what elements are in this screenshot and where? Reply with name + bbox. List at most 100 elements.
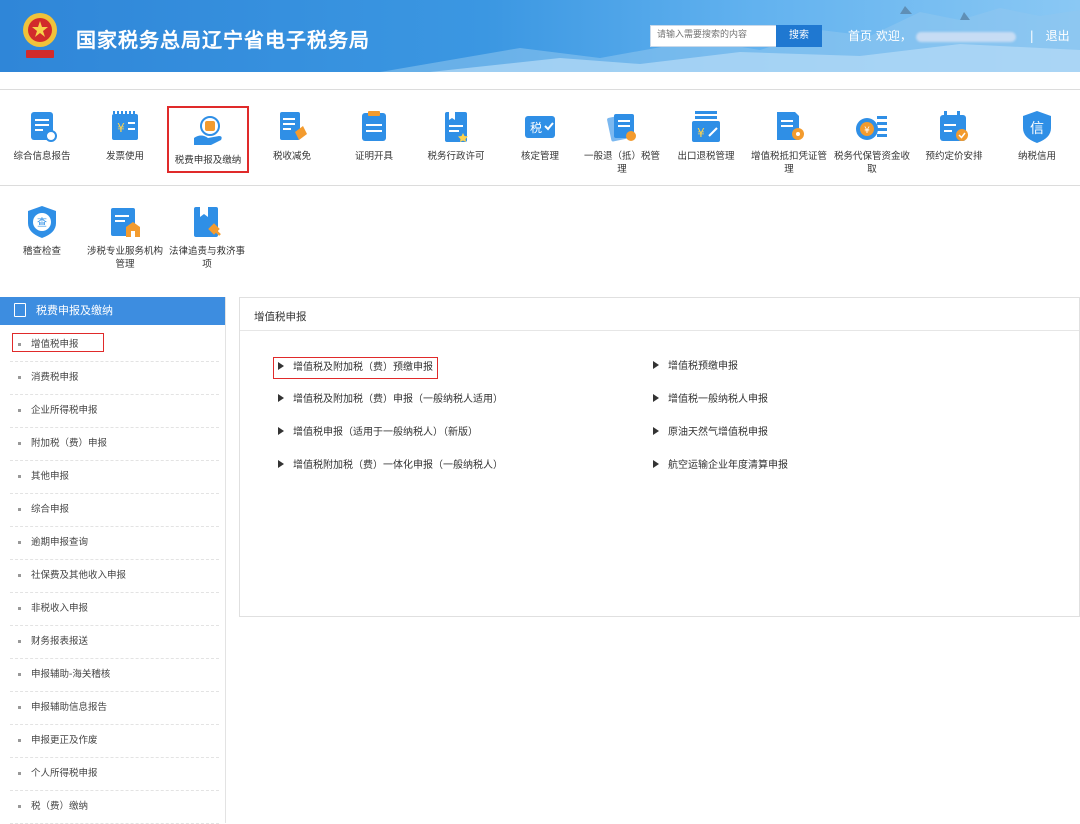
sidebar-item-label: 附加税（费）申报 <box>31 438 108 449</box>
tool-label: 发票使用 <box>105 151 144 162</box>
bullet-icon <box>18 508 21 511</box>
sidebar-item-label: 税（费）缴纳 <box>31 801 89 812</box>
link-vat-general-new[interactable]: 增值税申报（适用于一般纳税人）（新版） <box>278 423 478 443</box>
home-link[interactable]: 首页 <box>848 29 872 43</box>
sidebar-item[interactable]: 申报辅助-海关稽核 <box>10 659 219 692</box>
search-input[interactable] <box>651 26 775 44</box>
document-icon <box>14 303 26 317</box>
link-oil-gas-vat[interactable]: 原油天然气增值税申报 <box>653 423 768 443</box>
triangle-right-icon <box>653 460 659 468</box>
sidebar-item[interactable]: 综合申报 <box>10 494 219 527</box>
tool-admin-license[interactable]: 税务行政许可 <box>416 98 496 178</box>
sidebar-item[interactable]: 非税收入申报 <box>10 593 219 626</box>
link-vat-surtax-general[interactable]: 增值税及附加税（费）申报（一般纳税人适用） <box>278 390 503 410</box>
link-label: 增值税及附加税（费）申报（一般纳税人适用） <box>293 394 503 405</box>
bullet-icon <box>18 673 21 676</box>
sidebar-item[interactable]: 逾期申报查询 <box>10 527 219 560</box>
link-label: 航空运输企业年度清算申报 <box>668 460 788 471</box>
sidebar-item[interactable]: 申报辅助信息报告 <box>10 692 219 725</box>
sidebar-item[interactable]: 消费税申报 <box>10 362 219 395</box>
link-label: 增值税及附加税（费）预缴申报 <box>293 362 433 373</box>
triangle-right-icon <box>653 427 659 435</box>
tool-label: 综合信息报告 <box>13 151 71 162</box>
sidebar-item-label: 逾期申报查询 <box>31 537 89 548</box>
invoice-icon: ¥ <box>112 111 138 140</box>
svg-text:查: 查 <box>37 216 47 229</box>
sidebar-item[interactable]: 个人所得税申报 <box>10 758 219 791</box>
main-panel: 增值税申报 增值税及附加税（费）预缴申报 增值税及附加税（费）申报（一般纳税人适… <box>239 297 1080 617</box>
sidebar-item[interactable]: 附加税（费）申报 <box>10 428 219 461</box>
bullet-icon <box>18 640 21 643</box>
tool-label: 证明开具 <box>354 151 393 162</box>
tool-custody-fund[interactable]: ¥ 税务代保管资金收取 <box>832 98 912 178</box>
tool-inspection[interactable]: 查 稽查检查 <box>2 193 82 273</box>
certificate-icon <box>362 111 386 141</box>
tool-tax-credit[interactable]: 信 纳税信用 <box>997 98 1077 178</box>
tool-general-refund[interactable]: 一般退（抵）税管理 <box>582 98 662 178</box>
logout-link[interactable]: 退出 <box>1046 29 1070 43</box>
link-vat-surtax-prepay[interactable]: 增值税及附加税（费）预缴申报 <box>273 357 438 379</box>
sidebar-item-vat-declaration[interactable]: 增值税申报 <box>10 329 219 362</box>
svg-text:税: 税 <box>530 121 542 135</box>
tool-certificate[interactable]: 证明开具 <box>334 98 414 178</box>
search-button[interactable]: 搜索 <box>776 25 822 47</box>
sidebar-item[interactable]: 申报更正及作废 <box>10 725 219 758</box>
link-aviation-annual-settlement[interactable]: 航空运输企业年度清算申报 <box>653 456 788 476</box>
bullet-icon <box>18 772 21 775</box>
link-vat-prepay[interactable]: 增值税预缴申报 <box>653 357 738 377</box>
pricing-icon <box>940 111 968 141</box>
svg-text:信: 信 <box>1030 121 1044 137</box>
sidebar-item[interactable]: 其他申报 <box>10 461 219 494</box>
sidebar-item[interactable]: 企业所得税申报 <box>10 395 219 428</box>
tool-label: 法律追责与救济事项 <box>168 246 245 270</box>
search-input-wrapper[interactable] <box>650 25 777 47</box>
sidebar-item-label: 综合申报 <box>31 504 70 515</box>
selection-highlight <box>12 333 104 352</box>
sidebar-item-label: 申报更正及作废 <box>31 735 98 746</box>
tool-tax-declare[interactable]: 税费申报及缴纳 <box>167 106 249 173</box>
tool-legal-remedy[interactable]: 法律追责与救济事项 <box>167 193 247 273</box>
tax-emblem-logo <box>23 13 57 58</box>
sidebar-item[interactable]: 税（费）缴纳 <box>10 791 219 824</box>
tax-relief-icon <box>280 112 307 140</box>
bullet-icon <box>18 739 21 742</box>
bullet-icon <box>18 607 21 610</box>
tool-invoice[interactable]: ¥ 发票使用 <box>85 98 165 178</box>
tool-tax-relief[interactable]: 税收减免 <box>252 98 332 178</box>
tool-label: 税费申报及缴纳 <box>174 155 242 166</box>
tool-assessment[interactable]: 税 核定管理 <box>500 98 580 178</box>
triangle-right-icon <box>653 394 659 402</box>
sidebar-item[interactable]: 财务报表报送 <box>10 626 219 659</box>
bullet-icon <box>18 706 21 709</box>
vat-deduction-icon <box>777 112 804 140</box>
sidebar-item-label: 申报辅助信息报告 <box>31 702 108 713</box>
tool-integrated-report[interactable]: 综合信息报告 <box>2 98 82 178</box>
link-label: 原油天然气增值税申报 <box>668 427 768 438</box>
bullet-icon <box>18 805 21 808</box>
link-label: 增值税一般纳税人申报 <box>668 394 768 405</box>
credit-icon: 信 <box>1023 111 1051 143</box>
welcome-text: 欢迎， <box>875 29 912 43</box>
sidebar-item-label: 社保费及其他收入申报 <box>31 570 127 581</box>
bullet-icon <box>18 574 21 577</box>
tool-agency-management[interactable]: 涉税专业服务机构管理 <box>85 193 165 273</box>
svg-text:¥: ¥ <box>864 126 870 136</box>
sidebar-item-label: 申报辅助-海关稽核 <box>31 669 111 680</box>
tool-label: 核定管理 <box>520 151 559 162</box>
sidebar-item-label: 财务报表报送 <box>31 636 89 647</box>
link-vat-surtax-integrated[interactable]: 增值税附加税（费）一体化申报（一般纳税人） <box>278 456 503 476</box>
bullet-icon <box>18 475 21 478</box>
tool-vat-deduction[interactable]: 增值税抵扣凭证管理 <box>749 98 829 178</box>
tool-label: 增值税抵扣凭证管理 <box>750 151 827 175</box>
divider: | <box>1029 29 1034 43</box>
triangle-right-icon <box>278 427 284 435</box>
link-vat-general-taxpayer[interactable]: 增值税一般纳税人申报 <box>653 390 768 410</box>
header-user-links: 首页 欢迎， | 退出 <box>848 27 1070 44</box>
tool-label: 预约定价安排 <box>925 151 983 162</box>
tool-export-refund[interactable]: ¥ 出口退税管理 <box>666 98 746 178</box>
link-label: 增值税申报（适用于一般纳税人）（新版） <box>293 427 478 438</box>
tool-pricing-arrangement[interactable]: 预约定价安排 <box>914 98 994 178</box>
sidebar-item[interactable]: 社保费及其他收入申报 <box>10 560 219 593</box>
sidebar-item-label: 企业所得税申报 <box>31 405 98 416</box>
tool-label: 税务代保管资金收取 <box>833 151 910 175</box>
